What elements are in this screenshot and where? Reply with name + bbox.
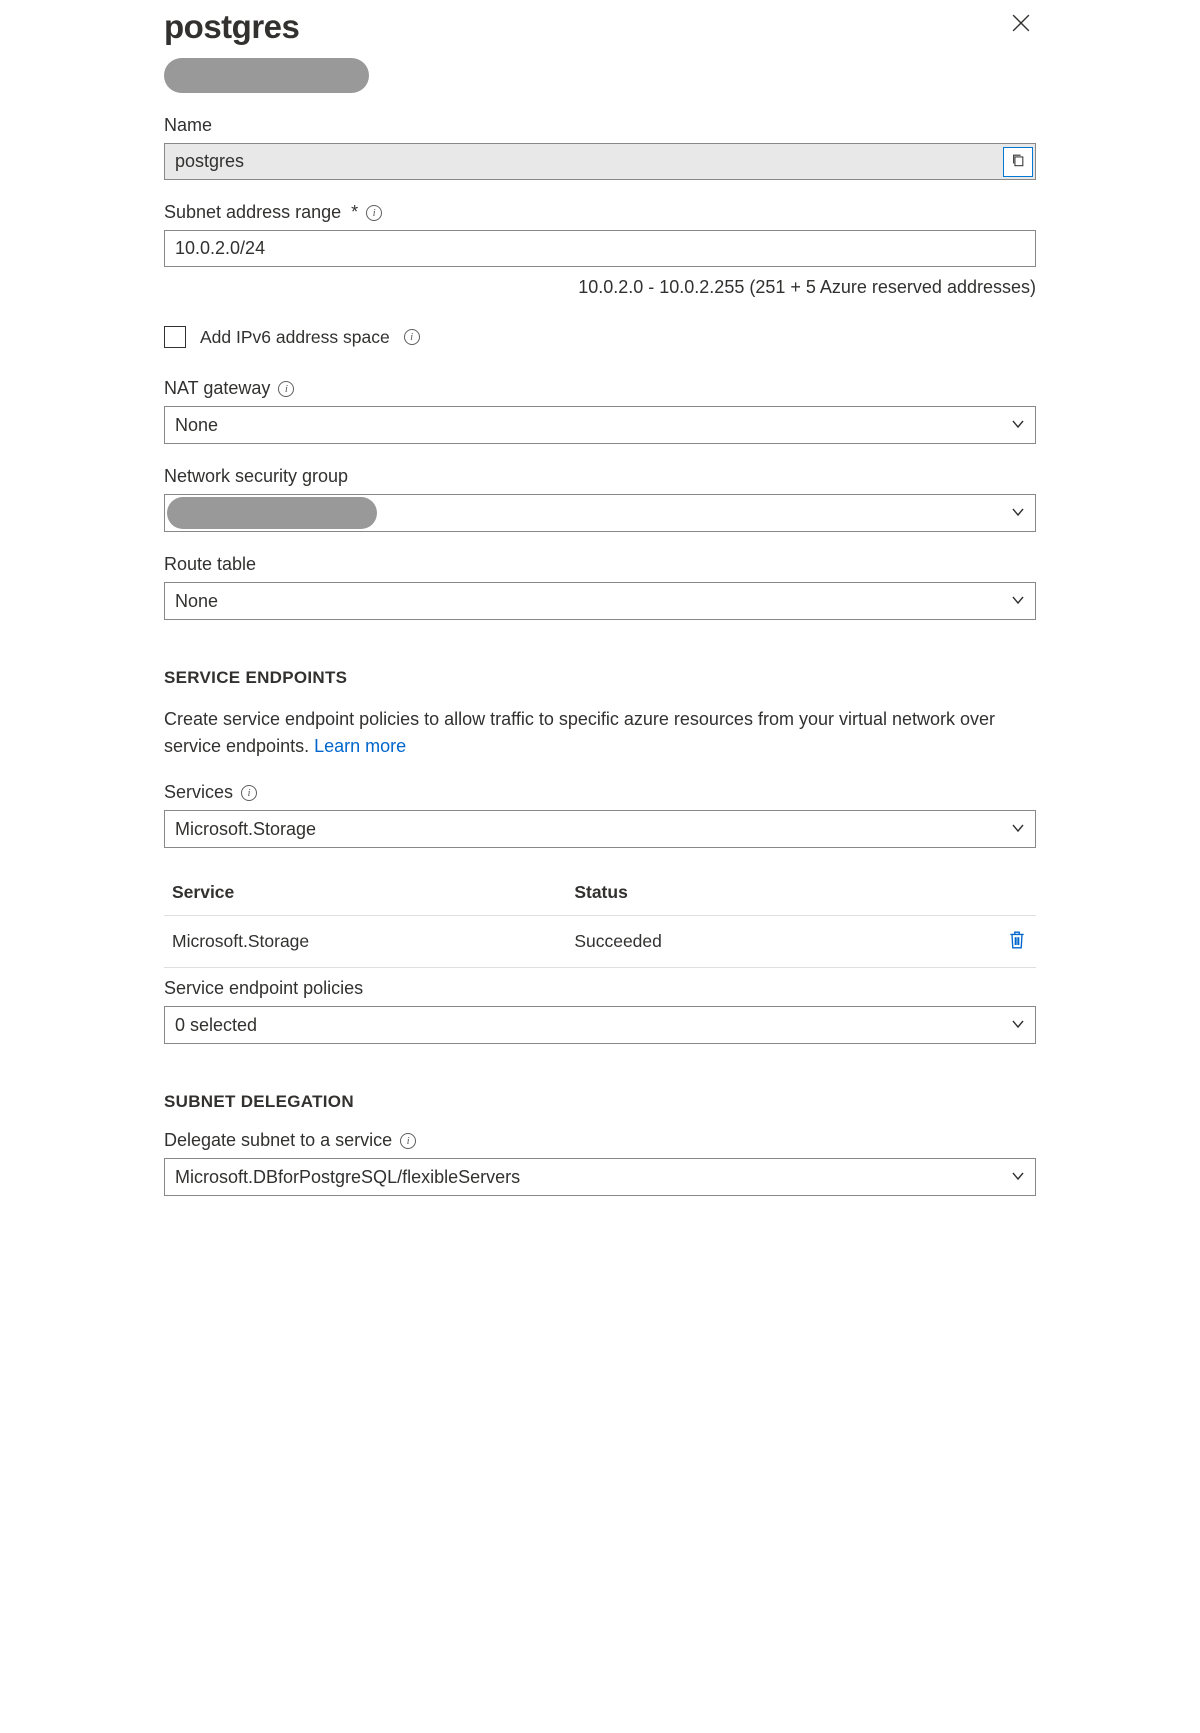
info-icon[interactable]: i	[278, 381, 294, 397]
info-icon[interactable]: i	[404, 329, 420, 345]
learn-more-link[interactable]: Learn more	[314, 736, 406, 756]
delegation-label: Delegate subnet to a service	[164, 1130, 392, 1151]
chevron-down-icon	[1011, 1167, 1025, 1188]
table-row: Microsoft.Storage Succeeded	[164, 916, 1036, 968]
delete-service-button[interactable]	[1006, 928, 1028, 955]
services-label: Services	[164, 782, 233, 803]
service-table-header: Service Status	[164, 870, 1036, 916]
delegation-select[interactable]: Microsoft.DBforPostgreSQL/flexibleServer…	[164, 1158, 1036, 1196]
trash-icon	[1008, 938, 1026, 953]
nat-gateway-value: None	[175, 415, 218, 436]
policies-select[interactable]: 0 selected	[164, 1006, 1036, 1044]
subnet-range-helper: 10.0.2.0 - 10.0.2.255 (251 + 5 Azure res…	[164, 277, 1036, 298]
info-icon[interactable]: i	[366, 205, 382, 221]
service-endpoints-heading: SERVICE ENDPOINTS	[164, 668, 1036, 688]
nsg-select[interactable]	[164, 494, 1036, 532]
policies-value: 0 selected	[175, 1015, 257, 1036]
redacted-nsg-value	[167, 497, 377, 529]
service-endpoints-description: Create service endpoint policies to allo…	[164, 709, 995, 756]
nsg-label: Network security group	[164, 466, 348, 487]
close-icon	[1012, 20, 1030, 35]
copy-name-button[interactable]	[1003, 147, 1033, 177]
chevron-down-icon	[1011, 503, 1025, 524]
subnet-range-input[interactable]	[164, 230, 1036, 267]
required-mark: *	[351, 202, 358, 223]
subnet-delegation-heading: SUBNET DELEGATION	[164, 1092, 1036, 1112]
nat-gateway-select[interactable]: None	[164, 406, 1036, 444]
col-service-header: Service	[172, 882, 574, 903]
col-status-header: Status	[574, 882, 988, 903]
copy-icon	[1011, 153, 1025, 170]
name-input: postgres	[164, 143, 1036, 180]
services-value: Microsoft.Storage	[175, 819, 316, 840]
chevron-down-icon	[1011, 1015, 1025, 1036]
redacted-subtitle	[164, 58, 369, 93]
subnet-range-label: Subnet address range	[164, 202, 341, 223]
delegation-value: Microsoft.DBforPostgreSQL/flexibleServer…	[175, 1167, 520, 1188]
chevron-down-icon	[1011, 591, 1025, 612]
chevron-down-icon	[1011, 819, 1025, 840]
panel-title: postgres	[164, 8, 299, 46]
services-select[interactable]: Microsoft.Storage	[164, 810, 1036, 848]
route-table-select[interactable]: None	[164, 582, 1036, 620]
row-service: Microsoft.Storage	[172, 931, 574, 952]
row-status: Succeeded	[574, 931, 988, 952]
name-value: postgres	[165, 144, 1001, 179]
name-label: Name	[164, 115, 1036, 136]
route-table-label: Route table	[164, 554, 256, 575]
nat-gateway-label: NAT gateway	[164, 378, 270, 399]
policies-label: Service endpoint policies	[164, 978, 363, 999]
close-button[interactable]	[1006, 8, 1036, 41]
ipv6-checkbox[interactable]	[164, 326, 186, 348]
info-icon[interactable]: i	[241, 785, 257, 801]
ipv6-checkbox-label: Add IPv6 address space	[200, 327, 390, 348]
chevron-down-icon	[1011, 415, 1025, 436]
info-icon[interactable]: i	[400, 1133, 416, 1149]
route-table-value: None	[175, 591, 218, 612]
